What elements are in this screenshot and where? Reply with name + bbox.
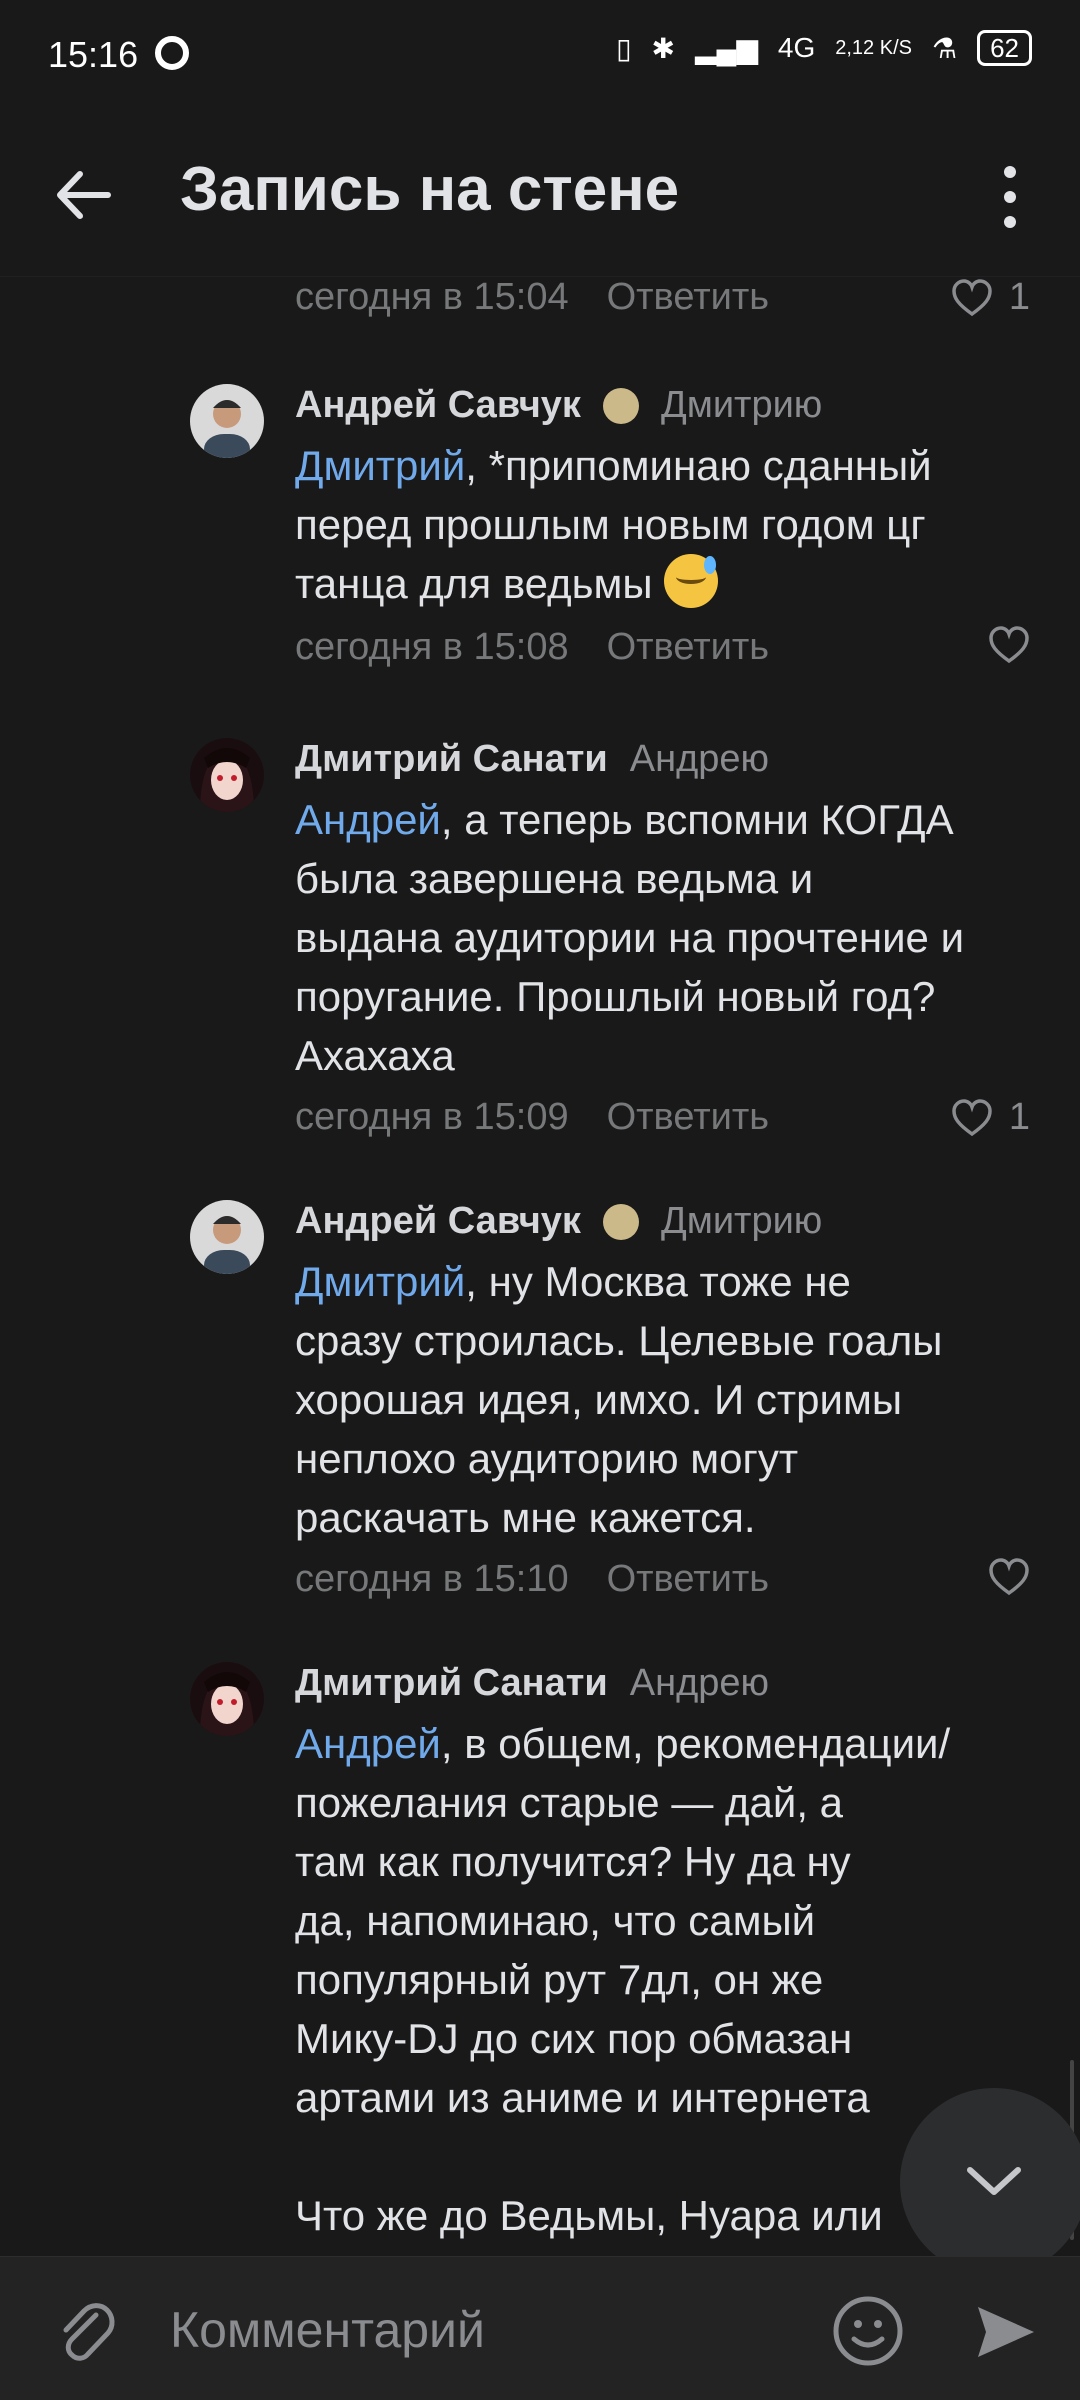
reply-to: Дмитрию: [660, 384, 823, 426]
mention-link[interactable]: Дмитрий: [295, 1258, 465, 1305]
reply-button[interactable]: Ответить: [607, 276, 769, 319]
comment-time: сегодня в 15:08: [295, 626, 569, 668]
avatar[interactable]: [190, 1662, 264, 1736]
author-name[interactable]: Дмитрий Санати: [295, 1662, 608, 1705]
comment-author: Дмитрий Санати Андрею: [295, 1662, 769, 1705]
reply-to: Андрею: [629, 1662, 770, 1704]
chevron-down-icon: [967, 2167, 1021, 2195]
heart-icon: [952, 1098, 992, 1136]
trophy-badge-icon: [602, 387, 639, 424]
avatar[interactable]: [190, 384, 264, 458]
page-title: Запись на стене: [180, 155, 680, 224]
app-bar: Запись на стене: [0, 110, 1080, 277]
send-icon[interactable]: [970, 2297, 1040, 2367]
reply-button[interactable]: Ответить: [607, 1096, 769, 1139]
comment-input[interactable]: Комментарий: [170, 2301, 485, 2359]
comment-meta: сегодня в 15:09 Ответить: [295, 1096, 769, 1139]
like-button[interactable]: [988, 1558, 1030, 1596]
comment-body: , в общем, рекомендации/ пожелания стары…: [295, 1720, 951, 2239]
emoji-smile-icon[interactable]: [832, 2295, 904, 2367]
comment-text: Дмитрий, *припоминаю сданный перед прошл…: [295, 436, 1035, 613]
comments-feed[interactable]: сегодня в 15:04 Ответить 1 Андрей Савчук…: [0, 276, 1080, 2256]
attach-icon[interactable]: [50, 2297, 120, 2367]
comment-author: Андрей Савчук Дмитрию: [295, 384, 822, 427]
vibrate-icon: ▯: [616, 32, 632, 64]
reply-to: Дмитрию: [660, 1200, 823, 1242]
comment-author: Андрей Савчук Дмитрию: [295, 1200, 822, 1243]
comment-meta: сегодня в 15:04 Ответить: [295, 276, 769, 319]
notification-dot-icon: [155, 36, 189, 70]
heart-icon: [989, 1558, 1029, 1596]
more-options-icon[interactable]: [990, 162, 1030, 232]
like-button[interactable]: 1: [951, 276, 1030, 319]
heart-icon: [952, 278, 992, 316]
mention-link[interactable]: Андрей: [295, 1720, 441, 1767]
avatar[interactable]: [190, 1200, 264, 1274]
battery-indicator: 62: [977, 30, 1032, 66]
lab-icon: ⚗: [931, 32, 958, 64]
author-name[interactable]: Дмитрий Санати: [295, 738, 608, 781]
trophy-badge-icon: [602, 1203, 639, 1240]
comment-time: сегодня в 15:09: [295, 1096, 569, 1138]
reply-button[interactable]: Ответить: [607, 1558, 769, 1601]
signal-icon: ▂▄▆: [694, 32, 758, 64]
reply-button[interactable]: Ответить: [607, 626, 769, 669]
bluetooth-icon: ✱: [651, 32, 675, 64]
like-button[interactable]: [988, 626, 1030, 664]
comment-time: сегодня в 15:04: [295, 276, 569, 318]
mention-link[interactable]: Дмитрий: [295, 442, 465, 489]
avatar[interactable]: [190, 738, 264, 812]
status-time: 15:16: [48, 34, 139, 75]
network-type: 4G: [777, 32, 816, 63]
author-name[interactable]: Андрей Савчук: [295, 384, 581, 427]
net-speed: 2,12 K/S: [835, 36, 912, 59]
comment-meta: сегодня в 15:10 Ответить: [295, 1558, 769, 1601]
back-arrow-icon[interactable]: [48, 160, 118, 230]
like-button[interactable]: 1: [951, 1096, 1030, 1139]
status-icons: ▯ ✱ ▂▄▆ 4G 2,12 K/S ⚗ 62: [616, 30, 1032, 66]
sweat-smile-emoji-icon: [664, 554, 719, 608]
comment-composer: Комментарий: [0, 2256, 1080, 2400]
mention-link[interactable]: Андрей: [295, 796, 441, 843]
like-count: 1: [1008, 276, 1030, 318]
comment-time: сегодня в 15:10: [295, 1558, 569, 1600]
like-count: 1: [1008, 1096, 1030, 1138]
comment-meta: сегодня в 15:08 Ответить: [295, 626, 769, 669]
comment-text: Андрей, а теперь вспомни КОГДА была заве…: [295, 790, 1035, 1085]
author-name[interactable]: Андрей Савчук: [295, 1200, 581, 1243]
comment-author: Дмитрий Санати Андрею: [295, 738, 769, 781]
scroll-to-bottom-button[interactable]: [900, 2088, 1080, 2276]
heart-icon: [989, 626, 1029, 664]
reply-to: Андрею: [629, 738, 770, 780]
status-bar: 15:16 ▯ ✱ ▂▄▆ 4G 2,12 K/S ⚗ 62: [0, 0, 1080, 110]
comment-text: Дмитрий, ну Москва тоже не сразу строила…: [295, 1252, 1035, 1547]
